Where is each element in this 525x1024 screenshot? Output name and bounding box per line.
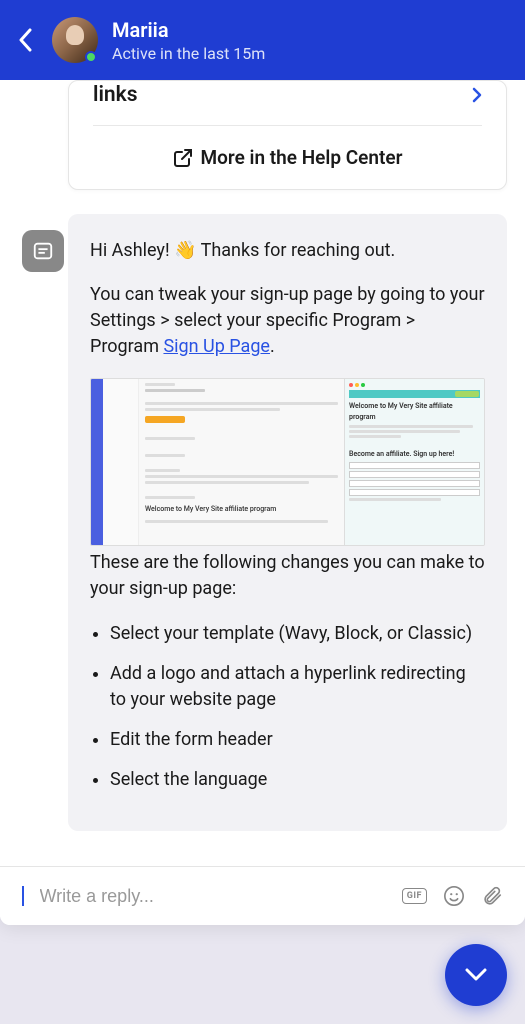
external-link-icon [173,148,193,168]
text-cursor [22,886,24,906]
agent-status: Active in the last 15m [112,44,265,63]
ss-preview-title: Welcome to My Very Site affiliate progra… [145,504,338,514]
ss-app-sidebar [91,379,103,545]
emoji-button[interactable] [443,885,465,907]
ss-input [349,489,480,496]
wave-emoji: 👋 [174,240,196,261]
help-card: links More in the Help Center [68,80,507,190]
ss-input [349,480,480,487]
ss-preview-panel: Welcome to My Very Site affiliate progra… [344,379,484,545]
more-help-center-link[interactable]: More in the Help Center [93,126,482,189]
reply-bar: GIF [0,866,525,925]
messages-area[interactable]: links More in the Help Center Hi Ashley!… [0,80,525,866]
ss-nav-panel [103,379,139,545]
list-item: Add a logo and attach a hyperlink redire… [110,661,485,713]
ss-editor-panel: Welcome to My Very Site affiliate progra… [139,379,344,545]
agent-name: Mariia [112,18,265,42]
attachment-button[interactable] [481,885,503,907]
help-article-link[interactable]: links [93,81,482,125]
reply-input[interactable] [40,886,388,907]
help-center-text: More in the Help Center [201,146,403,169]
card-link-text: links [93,83,138,107]
list-item: Select your template (Wavy, Block, or Cl… [110,621,485,647]
changes-list: Select your template (Wavy, Block, or Cl… [90,621,485,793]
chevron-right-icon [472,87,482,103]
list-item: Select the language [110,767,485,793]
agent-message: Hi Ashley! 👋 Thanks for reaching out. Yo… [68,214,507,831]
chat-widget: Mariia Active in the last 15m links More… [0,0,525,925]
ss-input [349,462,480,469]
chevron-down-icon [465,968,487,982]
back-button[interactable] [18,28,32,52]
intercom-launcher-icon[interactable] [22,230,64,272]
ss-form-title: Become an affiliate. Sign up here! [349,449,480,459]
message-paragraph: These are the following changes you can … [90,550,485,602]
ss-input [349,471,480,478]
message-paragraph: You can tweak your sign-up page by going… [90,282,485,360]
gif-button[interactable]: GIF [402,888,427,904]
list-item: Edit the form header [110,727,485,753]
status-indicator-online [85,51,97,63]
signup-page-link[interactable]: Sign Up Page [163,336,270,357]
ss-upload-button [145,416,185,423]
agent-avatar[interactable] [52,17,98,63]
ss-teal-header [349,390,480,398]
ss-welcome-title: Welcome to My Very Site affiliate progra… [349,401,480,421]
embedded-screenshot[interactable]: Welcome to My Very Site affiliate progra… [90,378,485,546]
message-paragraph: Hi Ashley! 👋 Thanks for reaching out. [90,238,485,264]
header-text: Mariia Active in the last 15m [112,18,265,63]
chat-header: Mariia Active in the last 15m [0,0,525,80]
scroll-down-fab[interactable] [445,944,507,1006]
